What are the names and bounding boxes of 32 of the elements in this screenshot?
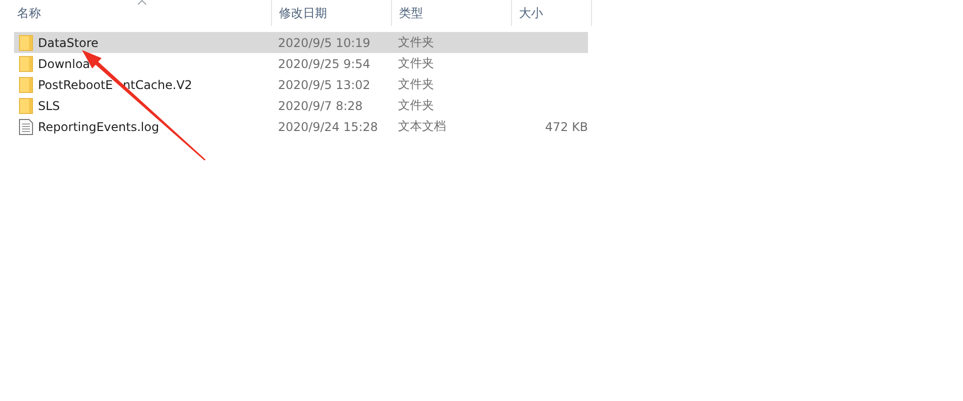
folder-icon	[19, 98, 33, 114]
file-row[interactable]: PostRebootE ntCache.V2 2020/9/5 13:02 文件夹	[14, 74, 588, 95]
file-name: Downloa	[38, 56, 90, 70]
file-row[interactable]: SLS 2020/9/7 8:28 文件夹	[14, 95, 588, 116]
column-header[interactable]: 类型	[392, 0, 512, 26]
file-name: ReportingEvents.log	[38, 120, 160, 134]
text-document-icon	[19, 118, 33, 134]
modified-date: 2020/9/5 10:19	[278, 36, 370, 50]
file-type: 文本文档	[398, 118, 446, 135]
file-row[interactable]: ReportingEvents.log 2020/9/24 15:28 文本文档 472 KB	[14, 116, 588, 137]
file-type: 文件夹	[398, 55, 434, 72]
file-name: SLS	[38, 98, 60, 112]
file-name: DataStore	[38, 36, 98, 50]
modified-date: 2020/9/7 8:28	[278, 98, 363, 112]
file-type: 文件夹	[398, 76, 434, 93]
sort-caret-icon	[137, 0, 147, 5]
folder-icon	[19, 34, 33, 50]
folder-icon	[19, 76, 33, 92]
file-type: 文件夹	[398, 97, 434, 114]
folder-icon	[19, 56, 33, 72]
file-type: 文件夹	[398, 34, 434, 51]
modified-date: 2020/9/24 15:28	[278, 120, 378, 134]
file-row[interactable]: DataStore 2020/9/5 10:19 文件夹	[14, 32, 588, 53]
file-size: 472 KB	[545, 120, 588, 134]
file-name: PostRebootE	[38, 78, 113, 92]
modified-date: 2020/9/25 9:54	[278, 56, 370, 70]
file-row[interactable]: Downloa 2020/9/25 9:54 文件夹	[14, 53, 588, 74]
column-header[interactable]: 名称	[14, 0, 272, 26]
modified-date: 2020/9/5 13:02	[278, 78, 370, 92]
file-name: ntCache.V2	[122, 78, 192, 92]
column-header[interactable]: 修改日期	[272, 0, 392, 26]
column-header[interactable]: 大小	[512, 0, 592, 26]
